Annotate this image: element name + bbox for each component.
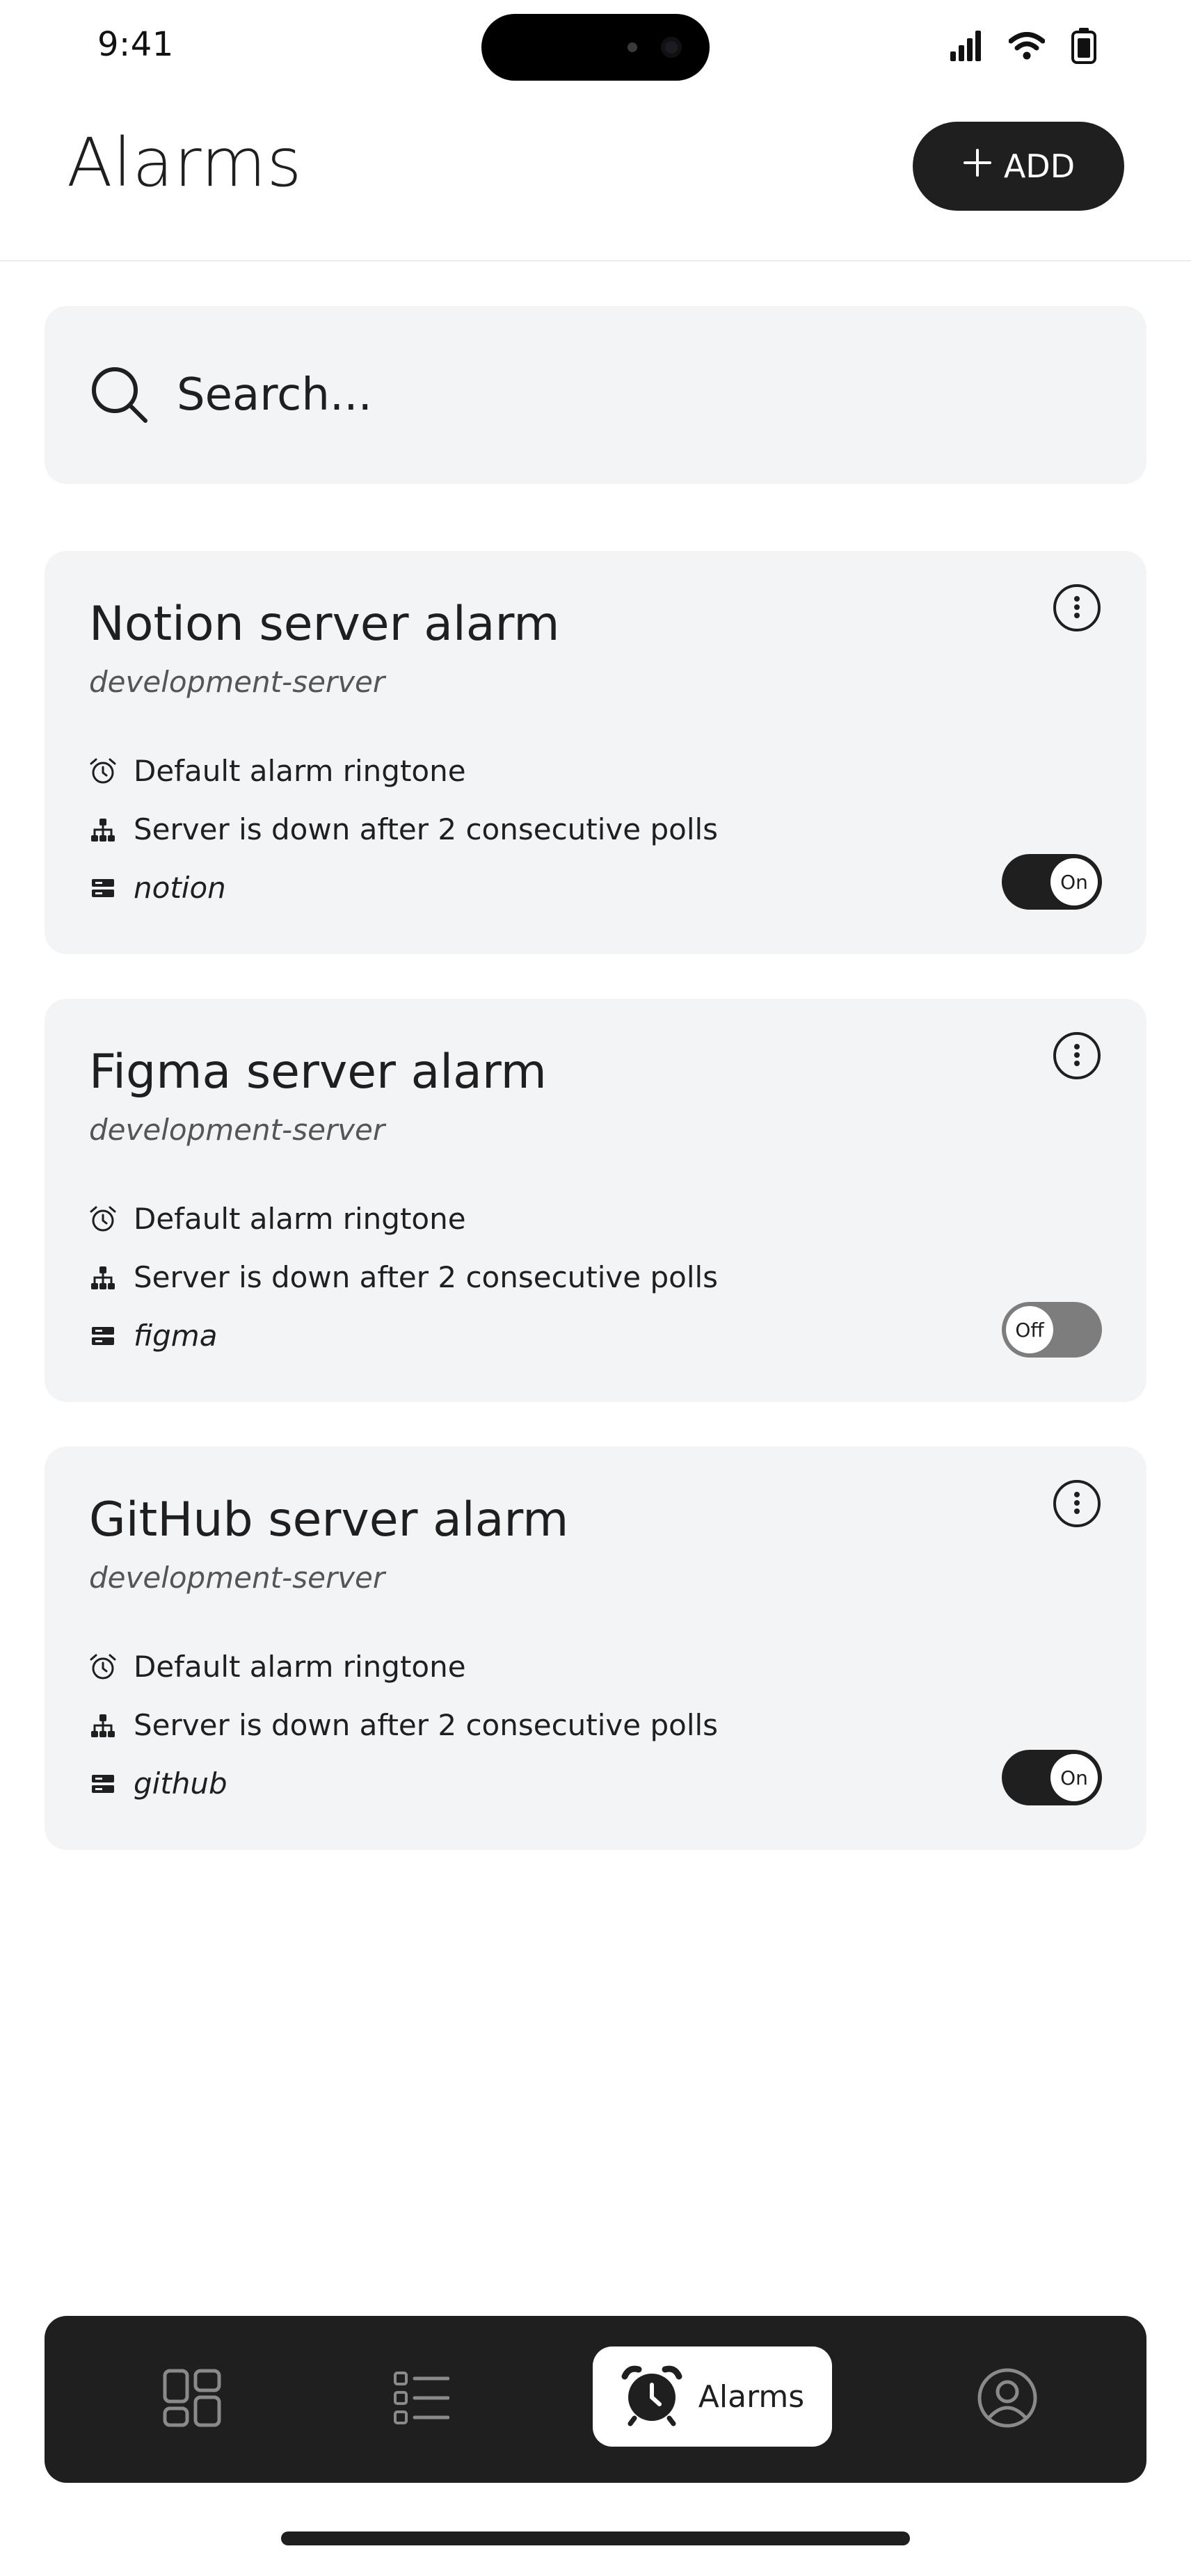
ringtone-text: Default alarm ringtone	[134, 754, 466, 788]
hierarchy-icon	[89, 816, 117, 844]
plus-icon	[962, 147, 993, 186]
more-options-button[interactable]	[1053, 1032, 1101, 1079]
nav-alarms-label: Alarms	[698, 2378, 805, 2415]
condition-row: Server is down after 2 consecutive polls	[89, 1708, 718, 1742]
source-row: notion	[89, 871, 226, 905]
signal-icon	[950, 31, 982, 64]
wifi-icon	[1008, 32, 1046, 63]
alarm-clock-icon	[89, 1205, 117, 1233]
list-icon	[394, 2372, 450, 2427]
island-camera	[661, 37, 682, 58]
nav-dashboard[interactable]	[150, 2316, 234, 2483]
condition-row: Server is down after 2 consecutive polls	[89, 812, 718, 846]
ringtone-row: Default alarm ringtone	[89, 1202, 466, 1236]
add-alarm-button[interactable]: ADD	[913, 122, 1124, 211]
source-text: figma	[134, 1319, 218, 1353]
dynamic-island	[481, 14, 710, 81]
search-icon	[86, 362, 153, 428]
alarm-toggle[interactable]: Off	[1002, 1302, 1102, 1358]
home-indicator	[281, 2531, 910, 2545]
condition-text: Server is down after 2 consecutive polls	[134, 1260, 719, 1294]
app-header: Alarms ADD	[0, 90, 1191, 261]
alarm-clock-icon	[89, 757, 117, 785]
page-title: Alarms	[67, 124, 303, 202]
ringtone-text: Default alarm ringtone	[134, 1650, 466, 1684]
bottom-nav: Alarms	[45, 2316, 1146, 2483]
alarm-clock-icon	[621, 2364, 683, 2429]
alarm-subtitle: development-server	[89, 1561, 385, 1595]
more-vertical-icon	[1073, 1491, 1080, 1517]
alarm-card[interactable]: Notion server alarm development-server D…	[45, 551, 1146, 954]
status-icons	[950, 28, 1096, 67]
condition-text: Server is down after 2 consecutive polls	[134, 1708, 719, 1742]
alarm-toggle[interactable]: On	[1002, 1750, 1102, 1805]
ringtone-text: Default alarm ringtone	[134, 1202, 466, 1236]
nav-list[interactable]	[380, 2316, 463, 2483]
profile-icon	[977, 2367, 1038, 2431]
more-vertical-icon	[1073, 595, 1080, 621]
island-sensor	[628, 42, 637, 52]
alarm-card[interactable]: Figma server alarm development-server De…	[45, 999, 1146, 1402]
add-button-label: ADD	[1003, 147, 1076, 185]
more-vertical-icon	[1073, 1043, 1080, 1069]
hierarchy-icon	[89, 1264, 117, 1291]
condition-text: Server is down after 2 consecutive polls	[134, 812, 719, 846]
source-text: github	[134, 1766, 227, 1801]
nav-alarms[interactable]: Alarms	[593, 2346, 832, 2447]
nav-profile[interactable]	[966, 2316, 1049, 2483]
alarm-subtitle: development-server	[89, 1113, 385, 1147]
source-row: figma	[89, 1319, 217, 1353]
ringtone-row: Default alarm ringtone	[89, 1650, 466, 1684]
server-icon	[89, 1770, 117, 1798]
alarm-title: Figma server alarm	[89, 1045, 547, 1100]
battery-icon	[1071, 28, 1096, 67]
toggle-label: On	[1050, 858, 1098, 905]
alarm-list: Notion server alarm development-server D…	[45, 551, 1146, 1894]
search-bar[interactable]	[45, 306, 1146, 484]
condition-row: Server is down after 2 consecutive polls	[89, 1260, 718, 1294]
dashboard-icon	[163, 2369, 221, 2430]
search-input[interactable]	[177, 360, 1081, 430]
hierarchy-icon	[89, 1712, 117, 1739]
alarm-clock-icon	[89, 1653, 117, 1681]
alarm-toggle[interactable]: On	[1002, 854, 1102, 910]
more-options-button[interactable]	[1053, 1480, 1101, 1527]
alarm-title: GitHub server alarm	[89, 1492, 569, 1547]
source-text: notion	[134, 871, 226, 905]
ringtone-row: Default alarm ringtone	[89, 754, 466, 788]
status-bar: 9:41	[0, 0, 1191, 90]
alarm-title: Notion server alarm	[89, 597, 560, 652]
toggle-label: On	[1050, 1754, 1098, 1801]
status-time: 9:41	[97, 25, 174, 64]
server-icon	[89, 1322, 117, 1350]
toggle-label: Off	[1006, 1306, 1053, 1353]
more-options-button[interactable]	[1053, 584, 1101, 631]
server-icon	[89, 874, 117, 902]
alarm-subtitle: development-server	[89, 665, 385, 699]
alarm-card[interactable]: GitHub server alarm development-server D…	[45, 1447, 1146, 1850]
source-row: github	[89, 1766, 227, 1801]
